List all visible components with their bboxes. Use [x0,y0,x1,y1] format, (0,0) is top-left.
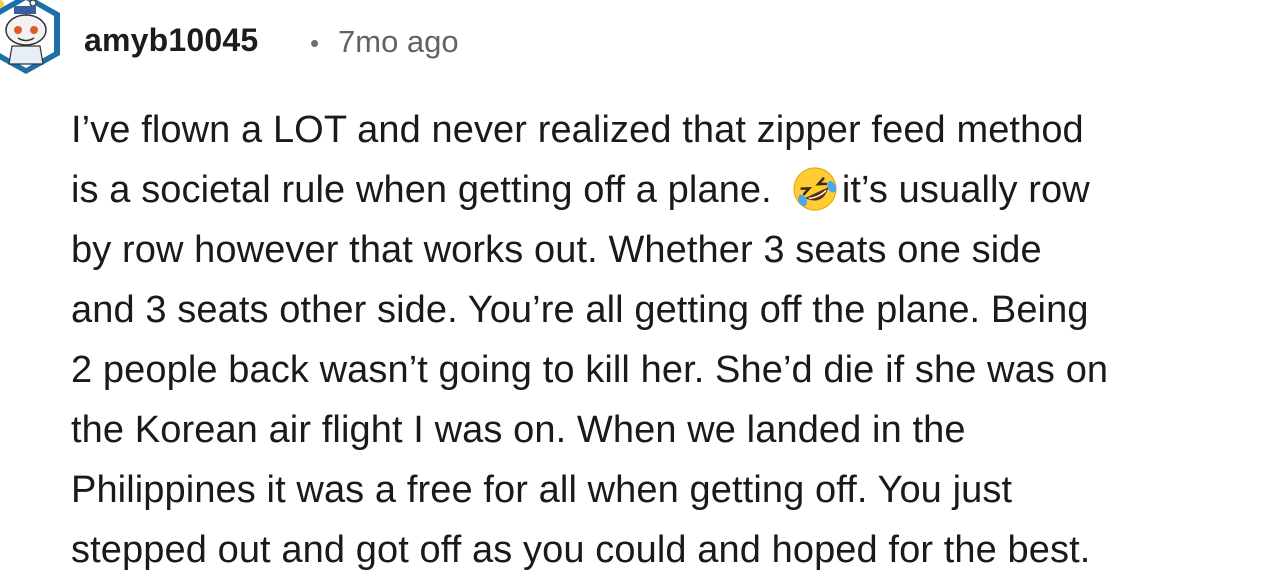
comment-line: 2 people back wasn’t going to kill her. … [71,349,1109,391]
comment-line-text: it’s usually row [841,169,1090,211]
rolling-on-floor-laughing-emoji-icon [793,167,837,211]
reddit-snoo-avatar-icon[interactable] [0,0,64,78]
comment-header: amyb10045 • 7mo ago [0,0,1270,86]
comment-line: stepped out and got off as you could and… [71,529,1091,571]
comment-line: is a societal rule when getting off a pl… [71,160,1266,220]
comment-line: by row however that works out. Whether 3… [71,229,1042,271]
comment-line: and 3 seats other side. You’re all getti… [71,289,1089,331]
meta-separator: • [310,28,320,58]
comment-line: Philippines it was a free for all when g… [71,469,1013,511]
comment-timestamp[interactable]: 7mo ago [338,24,459,60]
comment-line: the Korean air flight I was on. When we … [71,409,966,451]
comment-line: I’ve flown a LOT and never realized that… [71,109,1084,151]
comment: amyb10045 • 7mo ago I’ve flown a LOT and… [0,0,1270,574]
comment-body: I’ve flown a LOT and never realized that… [71,100,1266,580]
comment-author[interactable]: amyb10045 [84,22,258,59]
comment-line-text: is a societal rule when getting off a pl… [71,169,772,211]
